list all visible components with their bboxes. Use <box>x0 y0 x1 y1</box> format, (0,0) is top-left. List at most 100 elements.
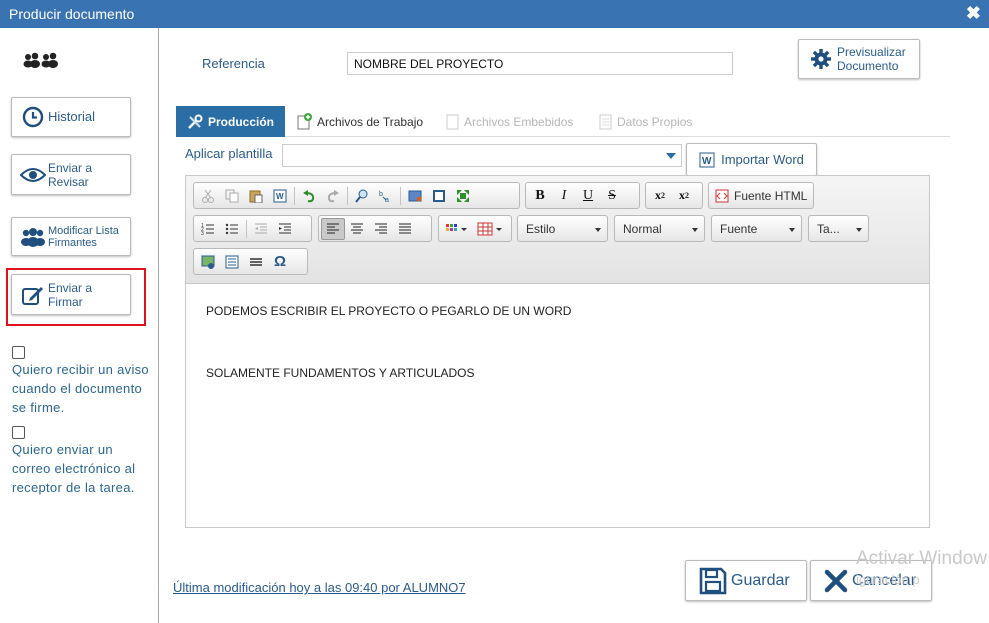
underline-button[interactable]: U <box>576 185 600 207</box>
select-all-icon[interactable] <box>403 185 427 207</box>
tab-datos-propios[interactable]: Datos Propios <box>599 106 692 137</box>
windows-activation-subtext: iguración p <box>856 572 920 587</box>
replace-icon[interactable]: ba <box>374 185 398 207</box>
sidebar: Historial Enviar a Revisar Modificar Lis… <box>0 28 159 623</box>
tab-produccion[interactable]: Producción <box>176 106 286 137</box>
superscript-button[interactable]: x2 <box>672 185 696 207</box>
find-icon[interactable] <box>350 185 374 207</box>
image-icon[interactable] <box>196 251 220 273</box>
toolbar-group-edit: W ba <box>193 182 520 209</box>
enviar-revisar-label: Enviar a Revisar <box>48 160 93 189</box>
bold-button[interactable]: B <box>528 185 552 207</box>
windows-activation-watermark: Activar Window <box>856 548 987 569</box>
form-icon[interactable] <box>220 251 244 273</box>
notify-checkbox[interactable] <box>12 346 25 359</box>
editor-content[interactable]: PODEMOS ESCRIBIR EL PROYECTO O PEGARLO D… <box>186 284 929 527</box>
word-icon: W <box>699 152 715 168</box>
toolbar-group-align <box>318 215 432 242</box>
align-center-icon[interactable] <box>345 218 369 240</box>
save-button[interactable]: Guardar <box>685 560 807 601</box>
chevron-down-icon <box>789 228 795 232</box>
horizontal-line-icon[interactable] <box>244 251 268 273</box>
file-icon <box>446 114 459 130</box>
chevron-down-icon <box>666 153 676 159</box>
preview-label: Previsualizar Documento <box>837 45 906 73</box>
close-icon <box>824 569 848 593</box>
copy-icon[interactable] <box>220 185 244 207</box>
svg-text:3: 3 <box>201 231 204 236</box>
fullscreen-icon[interactable] <box>451 185 475 207</box>
email-checkbox-label: Quiero enviar un correo electrónico al r… <box>12 442 136 495</box>
svg-text:W: W <box>276 192 284 201</box>
users-group-icon <box>23 52 59 71</box>
bullet-list-icon[interactable] <box>220 218 244 240</box>
email-checkbox[interactable] <box>12 426 25 439</box>
tab-archivos-embebidos[interactable]: Archivos Embebidos <box>446 106 573 137</box>
omega-icon[interactable]: Ω <box>268 251 292 273</box>
svg-text:W: W <box>702 156 712 167</box>
maximize-icon[interactable] <box>427 185 451 207</box>
tab-archivos-trabajo[interactable]: Archivos de Trabajo <box>297 106 423 137</box>
eye-icon <box>18 166 48 184</box>
file-add-icon <box>297 113 312 130</box>
size-combo[interactable]: Ta... <box>808 215 869 242</box>
source-html-button[interactable]: Fuente HTML <box>708 182 814 209</box>
modificar-lista-label: Modificar Lista Firmantes <box>48 224 119 249</box>
preview-button[interactable]: Previsualizar Documento <box>798 39 920 79</box>
svg-text:b: b <box>379 191 383 198</box>
clock-icon <box>18 106 48 128</box>
notify-checkbox-label: Quiero recibir un aviso cuando el docume… <box>12 362 149 415</box>
plantilla-select[interactable] <box>282 144 682 167</box>
redo-icon[interactable] <box>321 185 345 207</box>
import-word-button[interactable]: W Importar Word <box>686 143 817 176</box>
document-icon <box>599 114 612 130</box>
indent-icon[interactable] <box>273 218 297 240</box>
users-icon <box>18 227 48 247</box>
referencia-label: Referencia <box>202 56 265 71</box>
chevron-down-icon <box>856 228 862 232</box>
style-combo[interactable]: Estilo <box>517 215 608 242</box>
window-title: Producir documento <box>9 6 135 22</box>
color-grid-icon[interactable] <box>441 218 473 240</box>
wrench-icon <box>187 114 203 130</box>
rich-text-editor: W ba B I U S x2 x2 Fuente HTML 1 2 3 Est… <box>185 175 930 528</box>
plantilla-label: Aplicar plantilla <box>185 146 273 161</box>
align-left-icon[interactable] <box>321 217 345 240</box>
undo-icon[interactable] <box>297 185 321 207</box>
highlight-box <box>6 268 146 326</box>
toolbar-group-script: x2 x2 <box>645 182 703 209</box>
referencia-input[interactable] <box>347 52 733 75</box>
toolbar-group-format: B I U S <box>525 182 640 209</box>
toolbar-group-lists: 123 <box>193 215 312 242</box>
content-line: PODEMOS ESCRIBIR EL PROYECTO O PEGARLO D… <box>206 304 572 318</box>
tab-bar: Producción Archivos de Trabajo Archivos … <box>176 106 950 137</box>
table-icon[interactable] <box>473 218 507 240</box>
gear-icon <box>811 49 831 69</box>
toolbar-group-insert <box>438 215 512 242</box>
save-icon <box>699 567 727 595</box>
subscript-button[interactable]: x2 <box>648 185 672 207</box>
enviar-revisar-button[interactable]: Enviar a Revisar <box>11 154 131 195</box>
strike-button[interactable]: S <box>600 185 624 207</box>
last-modified-link[interactable]: Última modificación hoy a las 09:40 por … <box>173 580 466 595</box>
editor-toolbar: W ba B I U S x2 x2 Fuente HTML 1 2 3 Est… <box>186 176 929 284</box>
outdent-icon[interactable] <box>249 218 273 240</box>
font-combo[interactable]: Fuente <box>711 215 802 242</box>
chevron-down-icon <box>595 228 601 232</box>
historial-label: Historial <box>48 109 95 124</box>
italic-button[interactable]: I <box>552 185 576 207</box>
main-panel: Referencia Previsualizar Documento Produ… <box>160 28 989 623</box>
align-right-icon[interactable] <box>369 218 393 240</box>
toolbar-group-objects: Ω <box>193 248 308 275</box>
align-justify-icon[interactable] <box>393 218 417 240</box>
numbered-list-icon[interactable]: 123 <box>196 218 220 240</box>
content-line: SOLAMENTE FUNDAMENTOS Y ARTICULADOS <box>206 366 475 380</box>
modificar-lista-button[interactable]: Modificar Lista Firmantes <box>11 217 131 256</box>
close-icon[interactable]: ✖ <box>966 3 981 24</box>
paste-icon[interactable] <box>244 185 268 207</box>
paste-word-icon[interactable]: W <box>268 185 292 207</box>
html-icon <box>715 189 729 203</box>
format-combo[interactable]: Normal <box>614 215 705 242</box>
cut-icon[interactable] <box>196 185 220 207</box>
historial-button[interactable]: Historial <box>11 97 131 137</box>
